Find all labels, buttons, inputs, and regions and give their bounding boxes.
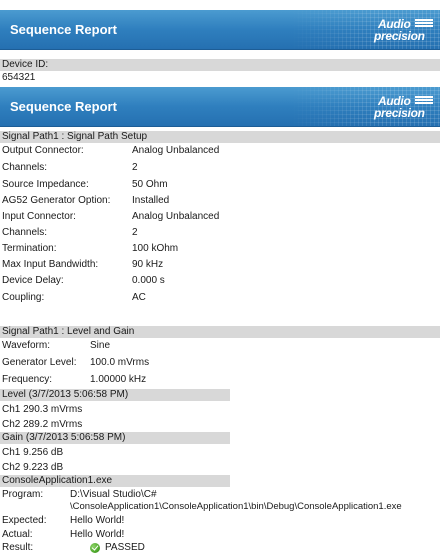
result-label: Result: [2,542,34,553]
level-gain-value: 1.00000 kHz [90,374,147,385]
setup-label: Channels: [2,162,48,173]
expected-value: Hello World! [70,515,125,526]
setup-label: Device Delay: [2,275,64,286]
level-reading: Ch1 290.3 mVrms [2,404,83,415]
expected-label: Expected: [2,515,47,526]
setup-label: AG52 Generator Option: [2,195,111,206]
logo-line-2: precision [374,106,425,120]
setup-value: 90 kHz [132,259,164,270]
setup-label: Source Impedance: [2,179,89,190]
device-id-header: Device ID: [0,59,440,71]
level-reading: Ch2 289.2 mVrms [2,419,83,430]
gain-result-header: Gain (3/7/2013 5:06:58 PM) [0,432,230,444]
program-path-line-1: D:\Visual Studio\C# [70,489,157,500]
program-label: Program: [2,489,44,500]
check-circle-icon [90,543,100,553]
actual-value: Hello World! [70,529,125,540]
audio-precision-logo: Audio precision [374,92,434,122]
actual-label: Actual: [2,529,33,540]
logo-bars-icon [415,19,433,28]
report-banner-2: Sequence Report Audio precision [0,87,440,127]
report-title: Sequence Report [10,22,117,37]
setup-value: 2 [132,227,138,238]
result-value: PASSED [105,542,145,553]
setup-value: 0.000 s [132,275,165,286]
setup-label: Output Connector: [2,145,84,156]
report-title: Sequence Report [10,99,117,114]
setup-label: Channels: [2,227,48,238]
setup-value: Analog Unbalanced [132,211,220,222]
setup-label: Termination: [2,243,57,254]
signal-path-setup-header: Signal Path1 : Signal Path Setup [0,131,440,143]
setup-value: AC [132,292,146,303]
logo-bars-icon [415,96,433,105]
setup-value: 2 [132,162,138,173]
level-gain-label: Frequency: [2,374,53,385]
device-id-value: 654321 [2,72,36,83]
report-banner: Sequence Report Audio precision [0,10,440,50]
gain-reading: Ch1 9.256 dB [2,447,64,458]
program-path-line-2: \ConsoleApplication1\ConsoleApplication1… [70,501,402,512]
console-app-header: ConsoleApplication1.exe [0,475,230,487]
setup-label: Coupling: [2,292,45,303]
level-and-gain-header: Signal Path1 : Level and Gain [0,326,440,338]
logo-line-2: precision [374,29,425,43]
audio-precision-logo: Audio precision [374,15,434,45]
gain-reading: Ch2 9.223 dB [2,462,64,473]
level-gain-label: Waveform: [2,340,50,351]
level-gain-value: Sine [90,340,111,351]
level-gain-label: Generator Level: [2,357,77,368]
setup-label: Max Input Bandwidth: [2,259,99,270]
level-gain-value: 100.0 mVrms [90,357,150,368]
level-result-header: Level (3/7/2013 5:06:58 PM) [0,389,230,401]
setup-value: 50 Ohm [132,179,168,190]
setup-value: 100 kOhm [132,243,179,254]
setup-value: Analog Unbalanced [132,145,220,156]
setup-value: Installed [132,195,170,206]
setup-label: Input Connector: [2,211,76,222]
